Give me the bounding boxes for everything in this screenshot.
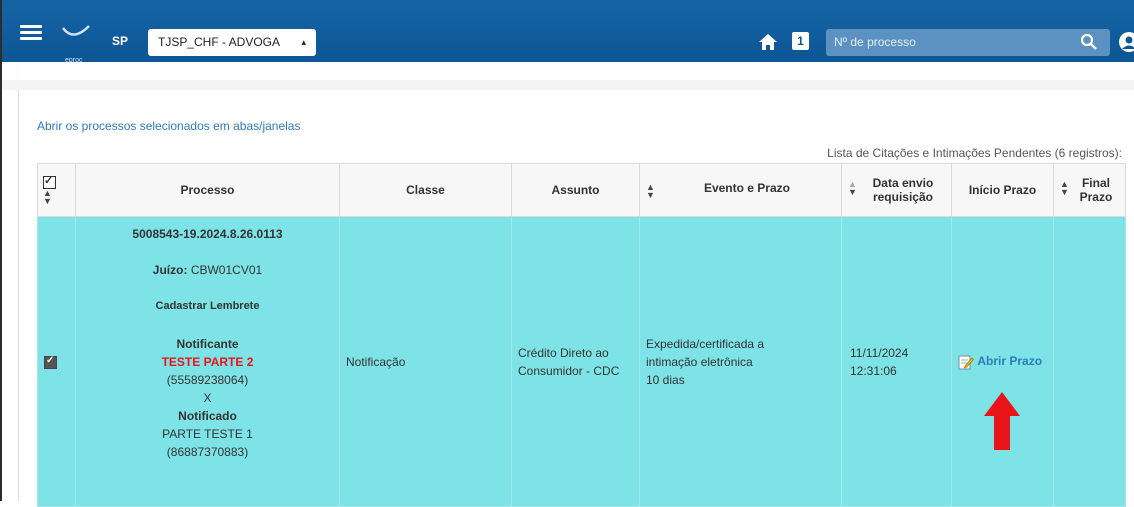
col-evento-label: Evento e Prazo [703,181,790,195]
assunto-cell: Crédito Direto ao Consumidor - CDC [511,216,640,507]
final-prazo-cell [1053,216,1126,507]
home-icon[interactable] [758,32,778,52]
data-envio-date: 11/11/2024 [850,345,909,360]
notification-badge[interactable]: 1 [792,32,809,50]
sort-icon[interactable]: ▲ ▼ [1060,180,1069,197]
versus-mark: X [203,391,212,405]
select-arrows-icon: ▴ [301,37,306,47]
evento-line3: 10 dias [646,372,685,387]
table-row[interactable]: 5008543-19.2024.8.26.0113 Juízo: CBW01CV… [37,216,1126,507]
process-number-link[interactable]: 5008543-19.2024.8.26.0113 [82,225,333,243]
list-caption: Lista de Citações e Intimações Pendentes… [827,146,1122,160]
sort-icon[interactable]: ▲ ▼ [43,189,52,206]
col-data-envio-line2: requisição [872,190,933,204]
col-final-prazo-line2: Prazo [1079,190,1113,204]
col-final-prazo-line1: Final [1081,176,1110,190]
top-navbar: eproc SP TJSP_CHF - ADVOGA ▴ 1 Nº de pro… [2,0,1134,64]
state-label: SP [112,34,129,48]
annotation-arrow-icon [982,390,1022,452]
window-edge [0,0,2,501]
col-data-envio-line1: Data envio [872,176,934,190]
col-evento[interactable]: ▲ ▼ Evento e Prazo [639,163,842,217]
data-envio-time: 12:31:06 [850,363,897,378]
intimations-table: ▲▼ Processo Classe Assunto ▲▼ Evento e P… [37,163,1126,507]
eproc-logo[interactable]: eproc [59,22,99,64]
classe-cell: Notificação [339,216,512,507]
inicio-prazo-cell: Abrir Prazo [951,216,1054,507]
profile-select[interactable]: TJSP_CHF - ADVOGA ▴ [148,29,316,56]
juizo-label: Juízo: [152,263,188,277]
evento-line2: intimação eletrônica [646,354,753,369]
process-search-input[interactable]: Nº de processo [826,29,1110,56]
abrir-prazo-button[interactable]: Abrir Prazo [958,353,1043,369]
open-selected-link[interactable]: Abrir os processos selecionados em abas/… [37,119,300,133]
row-checkbox[interactable] [44,355,57,369]
assunto-line2: Consumidor - CDC [518,363,620,378]
processo-cell: 5008543-19.2024.8.26.0113 Juízo: CBW01CV… [75,216,340,507]
notificado-doc: (86887370883) [166,445,249,459]
edit-document-icon [958,355,974,369]
top-strip [18,62,1134,81]
notificado-label: Notificado [178,409,237,423]
notificante-label: Notificante [176,337,239,351]
assunto-line1: Crédito Direto ao [518,345,609,360]
row-select-cell [37,216,76,507]
col-processo[interactable]: Processo [75,163,340,217]
col-data-envio[interactable]: ▲ ▼ Data envio requisição [841,163,952,217]
data-envio-cell: 11/11/2024 12:31:06 [841,216,952,507]
evento-line1: Expedida/certificada a [646,336,765,351]
search-icon[interactable] [1080,33,1098,51]
evento-cell: Expedida/certificada a intimação eletrôn… [639,216,842,507]
sort-icon[interactable]: ▲ ▼ [646,183,655,200]
select-all-checkbox[interactable] [43,174,56,190]
sort-icon[interactable]: ▲ ▼ [848,180,857,197]
select-all-header: ▲▼ [37,163,76,217]
notificado-name: PARTE TESTE 1 [162,427,253,441]
user-icon[interactable] [1118,31,1134,53]
menu-icon[interactable] [20,25,42,40]
abrir-prazo-label: Abrir Prazo [977,353,1043,368]
col-inicio-prazo[interactable]: Início Prazo [951,163,1054,217]
section-gap [2,80,1134,90]
col-final-prazo[interactable]: ▲ ▼ Final Prazo [1053,163,1126,217]
notificante-name: TESTE PARTE 2 [161,355,254,369]
profile-select-value: TJSP_CHF - ADVOGA [158,35,281,49]
juizo-value: CBW01CV01 [190,263,263,277]
notificante-doc: (55589238064) [166,373,249,387]
col-classe[interactable]: Classe [339,163,512,217]
cadastrar-lembrete-link[interactable]: Cadastrar Lembrete [82,297,333,315]
col-assunto[interactable]: Assunto [511,163,640,217]
